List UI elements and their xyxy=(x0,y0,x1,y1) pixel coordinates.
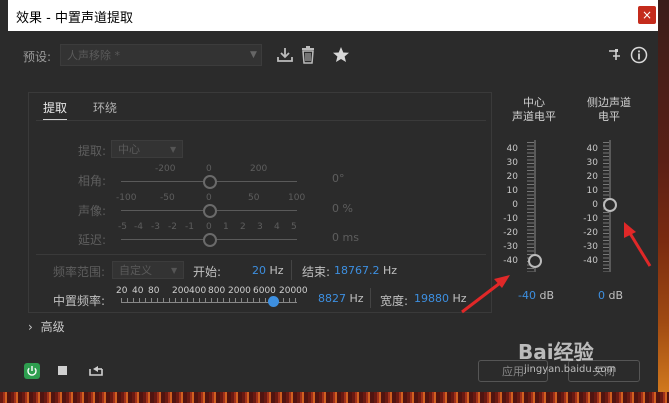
chevron-down-icon: ▼ xyxy=(170,145,177,154)
delay-label: 延迟: xyxy=(78,233,107,247)
trash-icon[interactable] xyxy=(300,46,316,67)
delay-ticks: -5 -4 -3 -2 -1 0 1 2 3 4 5 xyxy=(118,222,297,232)
freq-range-value: 自定义 xyxy=(119,264,152,277)
start-field[interactable]: 20 Hz xyxy=(252,264,284,277)
side-meter-title-line1: 侧边声道 xyxy=(587,96,631,109)
width-label: 宽度: xyxy=(380,294,409,308)
center-freq-slider-knob[interactable] xyxy=(268,296,279,307)
watermark-logo: Bai经验 xyxy=(518,340,594,364)
center-meter-title: 中心 声道电平 xyxy=(508,96,560,124)
phase-label: 相角: xyxy=(78,174,107,188)
pan-slider-knob[interactable] xyxy=(203,204,217,218)
phase-slider-knob[interactable] xyxy=(203,175,217,189)
pan-label: 声像: xyxy=(78,204,107,218)
separator xyxy=(291,260,292,280)
start-value: 20 xyxy=(252,264,266,277)
center-meter-readout[interactable]: -40 dB xyxy=(518,289,554,302)
annotation-arrow-side xyxy=(620,218,656,273)
watermark: Bai经验 jingyan.baidu.com xyxy=(518,336,648,384)
export-icon[interactable] xyxy=(88,363,104,380)
extract-value: 中心 xyxy=(118,143,140,156)
phase-value: 0° xyxy=(332,172,345,185)
side-meter-readout[interactable]: 0 dB xyxy=(598,289,623,302)
freq-range-label: 频率范围: xyxy=(53,265,106,279)
side-meter-title-line2: 电平 xyxy=(598,110,620,123)
tab-surround[interactable]: 环绕 xyxy=(93,99,117,116)
center-meter-unit: dB xyxy=(539,289,554,302)
center-meter-title-line2: 声道电平 xyxy=(512,110,556,123)
star-favorite-icon[interactable] xyxy=(332,46,350,67)
routing-icon[interactable] xyxy=(608,48,622,65)
center-meter-track[interactable] xyxy=(534,140,536,272)
side-meter-unit: dB xyxy=(608,289,624,302)
annotation-arrow-center xyxy=(458,270,518,319)
power-icon xyxy=(27,366,37,376)
tab-divider xyxy=(36,120,486,121)
phase-ticks: -200 0 200 xyxy=(155,164,268,174)
advanced-toggle[interactable]: › 高级 xyxy=(28,318,65,335)
extract-label: 提取: xyxy=(78,144,107,158)
pan-value: 0 % xyxy=(332,202,353,215)
pan-ticks: -100 -50 0 50 100 xyxy=(116,193,306,203)
advanced-label: 高级 xyxy=(40,320,65,334)
center-meter-title-line1: 中心 xyxy=(523,96,545,109)
side-meter-knob[interactable] xyxy=(603,198,617,212)
delay-value: 0 ms xyxy=(332,231,359,244)
start-label: 开始: xyxy=(193,265,222,279)
center-freq-field[interactable]: 8827 Hz xyxy=(318,292,364,305)
section-divider xyxy=(36,254,486,255)
end-field[interactable]: 18767.2 Hz xyxy=(334,264,397,277)
center-freq-ticks: 20 40 80 200 400 800 2000 6000 20000 xyxy=(116,286,308,296)
power-toggle-button[interactable] xyxy=(24,363,40,379)
separator xyxy=(370,288,371,308)
end-label: 结束: xyxy=(302,265,331,279)
end-unit: Hz xyxy=(383,264,398,277)
background-spectral-bottom xyxy=(0,392,669,403)
width-value: 19880 xyxy=(414,292,449,305)
download-preset-icon[interactable] xyxy=(276,46,294,67)
chevron-down-icon: ▼ xyxy=(171,266,178,275)
center-freq-label: 中置频率: xyxy=(53,294,106,308)
window-title: 效果 - 中置声道提取 xyxy=(16,11,133,26)
start-unit: Hz xyxy=(269,264,284,277)
end-value: 18767.2 xyxy=(334,264,380,277)
preset-select[interactable]: 人声移除 * xyxy=(60,44,262,66)
preset-label: 预设: xyxy=(23,50,52,64)
side-meter-title: 侧边声道 电平 xyxy=(581,96,637,124)
watermark-url: jingyan.baidu.com xyxy=(524,364,617,375)
center-freq-value: 8827 xyxy=(318,292,346,305)
delay-slider-knob[interactable] xyxy=(203,233,217,247)
close-window-button[interactable]: × xyxy=(638,6,656,24)
center-freq-unit: Hz xyxy=(349,292,364,305)
close-icon: × xyxy=(641,8,653,22)
chevron-right-icon: › xyxy=(28,320,33,334)
info-icon[interactable] xyxy=(630,46,648,67)
center-meter-value: -40 xyxy=(518,289,536,302)
center-meter-scale: 40 30 20 10 0 -10 -20 -30 -40 xyxy=(503,144,518,266)
side-meter-value: 0 xyxy=(598,289,605,302)
stop-icon[interactable] xyxy=(58,366,67,375)
chevron-down-icon: ▼ xyxy=(250,50,257,60)
center-meter-knob[interactable] xyxy=(528,254,542,268)
effect-dialog: 效果 - 中置声道提取 × 预设: 人声移除 * ▼ 提取 环绕 提取: 中心 … xyxy=(8,0,658,392)
tab-extract[interactable]: 提取 xyxy=(43,99,68,121)
preset-value: 人声移除 * xyxy=(67,49,120,62)
